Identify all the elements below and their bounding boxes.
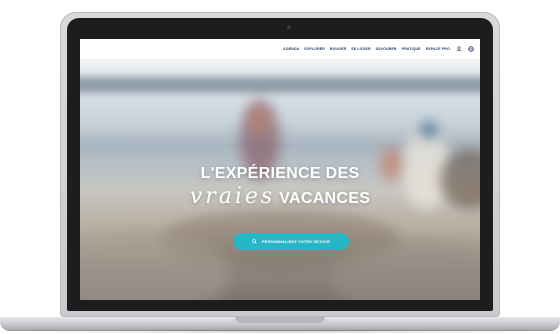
person-shape [250,107,266,135]
nav-item-espace-pro[interactable]: ESPACE PRO [426,47,450,51]
nav-item-bouger[interactable]: BOUGER [330,47,346,51]
horizon-shape [80,77,480,93]
nav-item-savourer[interactable]: SAVOURER [376,47,397,51]
nav-item-agenda[interactable]: AGENDA [283,47,299,51]
user-icon[interactable] [456,46,462,52]
top-nav: AGENDA EXPLORER BOUGER SE LOGER SAVOURER… [80,39,480,59]
laptop-screen: AGENDA EXPLORER BOUGER SE LOGER SAVOURER… [80,39,480,300]
hero-subheadline: vraies VACANCES [80,184,480,209]
nav-item-explorer[interactable]: EXPLORER [304,47,325,51]
laptop-base-notch [235,317,325,323]
nav-item-pratique[interactable]: PRATIQUE [402,47,421,51]
cta-label: PERSONNALISEZ VOTRE SÉJOUR [261,239,331,244]
search-icon [252,239,257,244]
nav-item-se-loger[interactable]: SE LOGER [351,47,370,51]
hero-script-word: vraies [189,184,276,209]
hero-headline: L'EXPÉRIENCE DES [200,165,360,182]
hero-word-vacances: VACANCES [279,190,371,207]
hero-banner: L'EXPÉRIENCE DES vraies VACANCES PERSONNA… [80,59,480,300]
person-shape [420,121,438,139]
globe-icon[interactable] [468,46,474,52]
camera-dot [287,25,291,29]
personalize-stay-button[interactable]: PERSONNALISEZ VOTRE SÉJOUR [233,233,349,250]
laptop-shadow [10,329,550,334]
